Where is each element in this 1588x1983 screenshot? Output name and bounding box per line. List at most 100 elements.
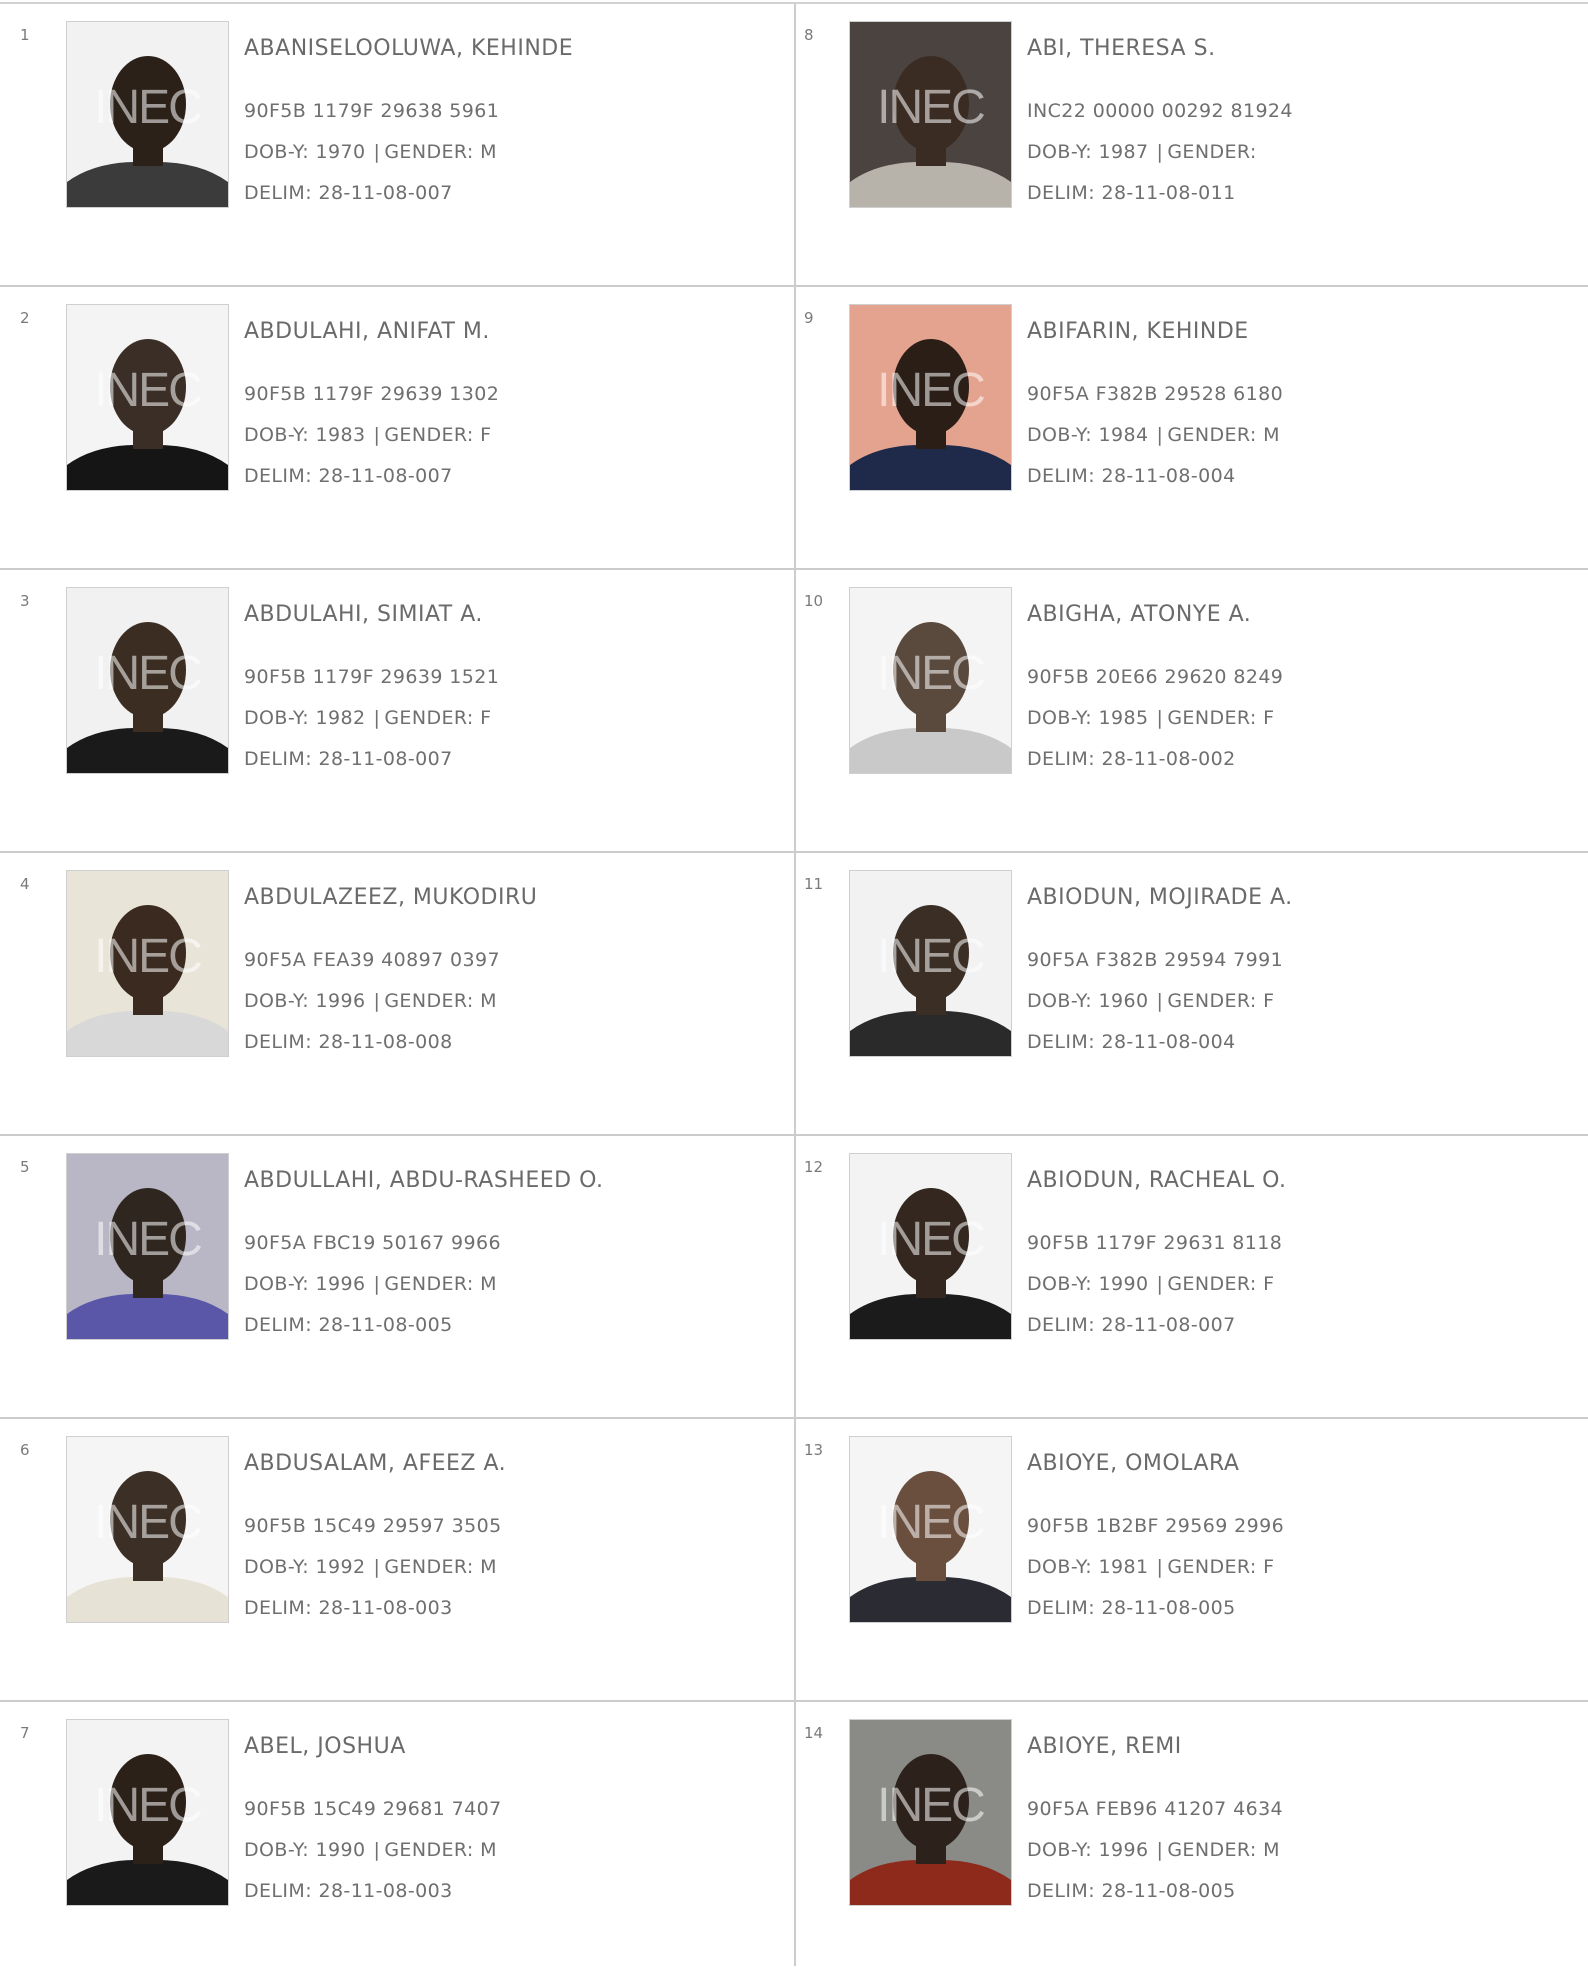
gender: GENDER: M: [384, 990, 497, 1012]
voter-id-number: 90F5B 1179F 29639 1302: [244, 383, 500, 405]
separator: |: [373, 707, 381, 729]
delimitation-code: DELIM: 28-11-08-005: [244, 1314, 453, 1336]
voter-photo: INEC: [66, 1719, 229, 1906]
voter-entry: 7 INEC ABEL, JOSHUA 90F5B 15C49 29681 74…: [0, 1702, 794, 1983]
voter-photo: INEC: [849, 870, 1012, 1057]
delimitation-code: DELIM: 28-11-08-004: [1027, 465, 1236, 487]
dob-gender-line: DOB-Y: 1996 | GENDER: M: [1027, 1836, 1283, 1864]
dob-year: DOB-Y: 1981: [1027, 1556, 1149, 1578]
voter-photo: INEC: [66, 21, 229, 208]
voter-id-number: INC22 00000 00292 81924: [1027, 100, 1293, 122]
dob-year: DOB-Y: 1992: [244, 1556, 366, 1578]
dob-year: DOB-Y: 1996: [1027, 1839, 1149, 1861]
delimitation-code: DELIM: 28-11-08-008: [244, 1031, 453, 1053]
voter-details: ABIGHA, ATONYE A. 90F5B 20E66 29620 8249…: [1027, 600, 1283, 773]
inec-watermark: INEC: [877, 930, 986, 983]
delimitation-code: DELIM: 28-11-08-004: [1027, 1031, 1236, 1053]
voter-details: ABEL, JOSHUA 90F5B 15C49 29681 7407 DOB-…: [244, 1732, 502, 1905]
voter-id-number: 90F5A F382B 29594 7991: [1027, 949, 1284, 971]
inec-watermark: INEC: [94, 647, 203, 700]
voter-name: ABIFARIN, KEHINDE: [1027, 319, 1249, 344]
voter-entry: 6 INEC ABDUSALAM, AFEEZ A. 90F5B 15C49 2…: [0, 1419, 794, 1702]
voter-entry: 5 INEC ABDULLAHI, ABDU-RASHEED O. 90F5A …: [0, 1136, 794, 1419]
gender: GENDER: F: [1167, 707, 1275, 729]
separator: |: [1156, 1839, 1164, 1861]
serial-number: 10: [804, 592, 824, 610]
voter-photo: INEC: [849, 304, 1012, 491]
voter-photo: INEC: [66, 304, 229, 491]
voter-details: ABIODUN, RACHEAL O. 90F5B 1179F 29631 81…: [1027, 1166, 1287, 1339]
voter-photo: INEC: [849, 1436, 1012, 1623]
voter-entry: 12 INEC ABIODUN, RACHEAL O. 90F5B 1179F …: [796, 1136, 1588, 1419]
dob-gender-line: DOB-Y: 1996 | GENDER: M: [244, 1270, 604, 1298]
voter-details: ABI, THERESA S. INC22 00000 00292 81924 …: [1027, 34, 1293, 207]
separator: |: [1156, 1273, 1164, 1295]
separator: |: [373, 1839, 381, 1861]
dob-gender-line: DOB-Y: 1990 | GENDER: M: [244, 1836, 502, 1864]
voter-photo: INEC: [849, 587, 1012, 774]
voter-name: ABDULAHI, ANIFAT M.: [244, 319, 490, 344]
voter-entry: 8 INEC ABI, THERESA S. INC22 00000 00292…: [796, 4, 1588, 287]
voter-id-number: 90F5B 1179F 29631 8118: [1027, 1232, 1283, 1254]
separator: |: [373, 1273, 381, 1295]
voter-entry: 1 INEC ABANISELOOLUWA, KEHINDE 90F5B 117…: [0, 4, 794, 287]
gender: GENDER: F: [1167, 990, 1275, 1012]
voter-entry: 14 INEC ABIOYE, REMI 90F5A FEB96 41207 4…: [796, 1702, 1588, 1983]
voter-entry: 4 INEC ABDULAZEEZ, MUKODIRU 90F5A FEA39 …: [0, 853, 794, 1136]
separator: |: [1156, 1556, 1164, 1578]
voter-name: ABIODUN, MOJIRADE A.: [1027, 885, 1293, 910]
dob-year: DOB-Y: 1970: [244, 141, 366, 163]
inec-watermark: INEC: [94, 1779, 203, 1832]
voter-photo: INEC: [66, 587, 229, 774]
delimitation-code: DELIM: 28-11-08-005: [1027, 1880, 1236, 1902]
voter-id-number: 90F5B 15C49 29681 7407: [244, 1798, 502, 1820]
inec-watermark: INEC: [94, 1213, 203, 1266]
dob-gender-line: DOB-Y: 1983 | GENDER: F: [244, 421, 499, 449]
dob-gender-line: DOB-Y: 1960 | GENDER: F: [1027, 987, 1293, 1015]
dob-year: DOB-Y: 1987: [1027, 141, 1149, 163]
voter-id-number: 90F5B 15C49 29597 3505: [244, 1515, 502, 1537]
dob-year: DOB-Y: 1985: [1027, 707, 1149, 729]
delimitation-code: DELIM: 28-11-08-007: [1027, 1314, 1236, 1336]
dob-year: DOB-Y: 1984: [1027, 424, 1149, 446]
serial-number: 8: [804, 26, 814, 44]
delimitation-code: DELIM: 28-11-08-002: [1027, 748, 1236, 770]
dob-gender-line: DOB-Y: 1990 | GENDER: F: [1027, 1270, 1287, 1298]
dob-gender-line: DOB-Y: 1982 | GENDER: F: [244, 704, 499, 732]
voter-photo: INEC: [66, 1436, 229, 1623]
voter-id-number: 90F5A FEA39 40897 0397: [244, 949, 501, 971]
voter-name: ABIGHA, ATONYE A.: [1027, 602, 1252, 627]
separator: |: [373, 424, 381, 446]
inec-watermark: INEC: [877, 647, 986, 700]
serial-number: 1: [20, 26, 30, 44]
voter-entry: 10 INEC ABIGHA, ATONYE A. 90F5B 20E66 29…: [796, 570, 1588, 853]
voter-details: ABIODUN, MOJIRADE A. 90F5A F382B 29594 7…: [1027, 883, 1293, 1056]
serial-number: 5: [20, 1158, 30, 1176]
dob-year: DOB-Y: 1983: [244, 424, 366, 446]
dob-gender-line: DOB-Y: 1981 | GENDER: F: [1027, 1553, 1284, 1581]
voter-name: ABI, THERESA S.: [1027, 36, 1216, 61]
dob-year: DOB-Y: 1996: [244, 990, 366, 1012]
gender: GENDER: M: [384, 141, 497, 163]
serial-number: 2: [20, 309, 30, 327]
separator: |: [373, 141, 381, 163]
right-column: 8 INEC ABI, THERESA S. INC22 00000 00292…: [796, 4, 1588, 1983]
gender: GENDER: F: [384, 424, 492, 446]
voter-details: ABIFARIN, KEHINDE 90F5A F382B 29528 6180…: [1027, 317, 1283, 490]
serial-number: 9: [804, 309, 814, 327]
delimitation-code: DELIM: 28-11-08-003: [244, 1880, 453, 1902]
gender: GENDER: M: [384, 1556, 497, 1578]
inec-watermark: INEC: [877, 81, 986, 134]
inec-watermark: INEC: [94, 1496, 203, 1549]
voter-id-number: 90F5A F382B 29528 6180: [1027, 383, 1284, 405]
gender: GENDER: M: [384, 1839, 497, 1861]
voter-details: ABIOYE, OMOLARA 90F5B 1B2BF 29569 2996 D…: [1027, 1449, 1284, 1622]
dob-gender-line: DOB-Y: 1987 | GENDER:: [1027, 138, 1293, 166]
serial-number: 11: [804, 875, 824, 893]
voter-name: ABANISELOOLUWA, KEHINDE: [244, 36, 574, 61]
inec-watermark: INEC: [877, 364, 986, 417]
voter-id-number: 90F5B 20E66 29620 8249: [1027, 666, 1284, 688]
voter-entry: 13 INEC ABIOYE, OMOLARA 90F5B 1B2BF 2956…: [796, 1419, 1588, 1702]
voter-name: ABDUSALAM, AFEEZ A.: [244, 1451, 507, 1476]
dob-year: DOB-Y: 1996: [244, 1273, 366, 1295]
